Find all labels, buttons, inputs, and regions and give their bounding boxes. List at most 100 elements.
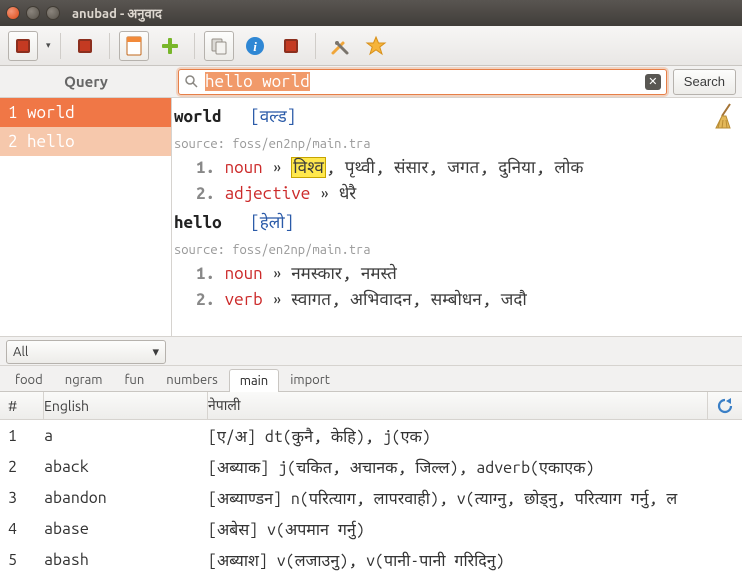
cell-english: a [44, 427, 208, 445]
query-label: Query [0, 73, 172, 90]
headword: world [174, 107, 222, 126]
table-row[interactable]: 1 a [ए/अ] dt(कुनै, केहि), j(एक) [0, 420, 742, 451]
history-prev-button[interactable] [70, 31, 100, 61]
history-next-button[interactable] [276, 31, 306, 61]
table-row[interactable]: 4 abase [अबेस] v(अपमान गर्नु) [0, 513, 742, 544]
sense-row: 1. noun » विश्व, पृथ्वी, संसार, जगत, दुन… [174, 155, 732, 181]
column-header-english[interactable]: English [44, 392, 208, 419]
cell-num: 3 [0, 489, 44, 507]
entry: hello [हेलो] source: foss/en2np/main.tra… [174, 210, 732, 312]
filter-dropdown[interactable]: All ▾ [6, 340, 166, 364]
cell-english: abandon [44, 489, 208, 507]
search-input[interactable] [178, 69, 667, 95]
window-title: anubad - अनुवाद [72, 4, 162, 22]
tab-ngram[interactable]: ngram [54, 368, 114, 391]
arrow-icon: » [320, 184, 339, 203]
cell-num: 4 [0, 520, 44, 538]
settings-button[interactable] [325, 31, 355, 61]
part-of-speech: verb [225, 290, 263, 309]
cell-nepali: [अब्याण्डन] n(परित्याग, लापरवाही), v(त्य… [208, 487, 708, 509]
table-row[interactable]: 5 abash [अब्याश] v(लजाउनु), v(पानी-पानी … [0, 544, 742, 575]
add-button[interactable] [155, 31, 185, 61]
translations: नमस्कार, नमस्ते [291, 264, 397, 283]
table-row[interactable]: 2 aback [अब्याक] j(चकित, अचानक, जिल्ल), … [0, 451, 742, 482]
window-maximize-button[interactable] [46, 6, 60, 20]
tab-main[interactable]: main [229, 369, 279, 392]
arrow-icon: » [272, 290, 291, 309]
separator [109, 33, 110, 59]
sense-row: 1. noun » नमस्कार, नमस्ते [174, 261, 732, 287]
chevron-down-icon: ▾ [152, 345, 159, 360]
dictionary-table: # English नेपाली 1 a [ए/अ] dt(कुनै, केहि… [0, 392, 742, 578]
sidebar-item[interactable]: 1 world [0, 98, 171, 127]
definition-pane: world [वल्ड] source: foss/en2np/main.tra… [172, 98, 742, 336]
sense-row: 2. verb » स्वागत, अभिवादन, सम्बोधन, जदौ [174, 287, 732, 313]
translations: स्वागत, अभिवादन, सम्बोधन, जदौ [291, 290, 527, 309]
transliteration: [वल्ड] [250, 107, 296, 126]
separator [60, 33, 61, 59]
cell-num: 5 [0, 551, 44, 569]
cell-nepali: [अबेस] v(अपमान गर्नु) [208, 518, 708, 540]
tab-numbers[interactable]: numbers [155, 368, 228, 391]
mid-area: 1 world 2 hello world [वल्ड] source: fos… [0, 98, 742, 336]
cell-num: 2 [0, 458, 44, 476]
sidebar-item[interactable]: 2 hello [0, 127, 171, 156]
highlighted-translation: विश्व [291, 157, 326, 178]
entry: world [वल्ड] source: foss/en2np/main.tra… [174, 104, 732, 206]
results-sidebar: 1 world 2 hello [0, 98, 172, 336]
favorite-button[interactable] [361, 31, 391, 61]
copy-button[interactable] [204, 31, 234, 61]
source-line: source: foss/en2np/main.tra [174, 137, 371, 151]
toolbar: ▾ i [0, 26, 742, 66]
search-field: ✕ [178, 69, 667, 95]
cell-english: aback [44, 458, 208, 476]
sense-row: 2. adjective » धेरै [174, 181, 732, 207]
cell-nepali: [अब्याश] v(लजाउनु), v(पानी-पानी गरिदिनु) [208, 549, 708, 571]
broom-icon[interactable] [712, 102, 736, 139]
sense-number: 1. [196, 264, 215, 283]
sense-number: 2. [196, 290, 215, 309]
chevron-down-icon[interactable]: ▾ [46, 40, 51, 51]
cell-num: 1 [0, 427, 44, 445]
tab-fun[interactable]: fun [113, 368, 155, 391]
separator [315, 33, 316, 59]
separator [194, 33, 195, 59]
headword: hello [174, 213, 222, 232]
column-header-num[interactable]: # [0, 392, 44, 419]
search-icon [184, 74, 198, 91]
filter-row: All ▾ [0, 336, 742, 366]
table-header: # English नेपाली [0, 392, 742, 420]
filter-value: All [13, 345, 28, 359]
cell-nepali: [अब्याक] j(चकित, अचानक, जिल्ल), adverb(ए… [208, 456, 708, 478]
search-button[interactable]: Search [673, 69, 736, 95]
new-document-button[interactable] [119, 31, 149, 61]
part-of-speech: noun [225, 264, 263, 283]
tabs-row: food ngram fun numbers main import [0, 366, 742, 392]
table-row[interactable]: 3 abandon [अब्याण्डन] n(परित्याग, लापरवा… [0, 482, 742, 513]
sense-number: 2. [196, 184, 215, 203]
refresh-button[interactable] [708, 392, 742, 419]
cell-english: abase [44, 520, 208, 538]
window-minimize-button[interactable] [26, 6, 40, 20]
arrow-icon: » [272, 158, 291, 177]
window-close-button[interactable] [6, 6, 20, 20]
column-header-nepali[interactable]: नेपाली [208, 392, 708, 419]
sense-number: 1. [196, 158, 215, 177]
cell-nepali: [ए/अ] dt(कुनै, केहि), j(एक) [208, 425, 708, 447]
source-line: source: foss/en2np/main.tra [174, 243, 371, 257]
cell-english: abash [44, 551, 208, 569]
part-of-speech: adjective [225, 184, 311, 203]
transliteration: [हेलो] [250, 213, 294, 232]
arrow-icon: » [272, 264, 291, 283]
bookmark-button[interactable] [8, 31, 38, 61]
titlebar: anubad - अनुवाद [0, 0, 742, 26]
query-row: Query ✕ Search [0, 66, 742, 98]
info-button[interactable]: i [240, 31, 270, 61]
svg-text:i: i [253, 39, 257, 54]
clear-icon[interactable]: ✕ [645, 74, 661, 90]
part-of-speech: noun [225, 158, 263, 177]
tab-food[interactable]: food [4, 368, 54, 391]
translations: धेरै [339, 184, 356, 203]
tab-import[interactable]: import [279, 368, 341, 391]
translations: , पृथ्वी, संसार, जगत, दुनिया, लोक [326, 158, 584, 177]
